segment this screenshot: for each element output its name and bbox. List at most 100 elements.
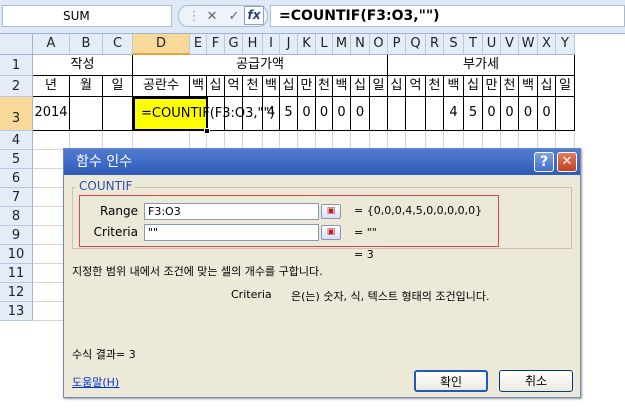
digit-cell[interactable]: 0 xyxy=(501,97,519,131)
header-cell[interactable]: 십 xyxy=(388,76,406,97)
row-header[interactable]: 7 xyxy=(0,188,33,207)
range-input[interactable]: F3:O3 xyxy=(144,203,319,220)
header-cell[interactable]: 일 xyxy=(103,76,133,97)
column-header[interactable]: I xyxy=(263,34,280,55)
header-cell[interactable]: 천 xyxy=(426,76,444,97)
column-header[interactable]: K xyxy=(298,34,316,55)
header-cell[interactable]: 만 xyxy=(298,76,316,97)
header-cell[interactable]: 백 xyxy=(190,76,207,97)
column-header[interactable]: B xyxy=(70,34,103,55)
header-cell[interactable]: 천 xyxy=(501,76,519,97)
criteria-collapse-icon[interactable]: ▣ xyxy=(321,225,341,240)
column-header[interactable]: E xyxy=(190,34,207,55)
header-cell[interactable]: 억 xyxy=(406,76,426,97)
digit-cell[interactable] xyxy=(406,97,426,131)
header-cell[interactable]: 십 xyxy=(464,76,483,97)
ok-button[interactable]: 확인 xyxy=(414,370,488,392)
insert-function-icon[interactable]: fx xyxy=(244,6,264,25)
column-header[interactable]: G xyxy=(225,34,243,55)
name-box[interactable]: SUM xyxy=(2,5,172,27)
digit-cell[interactable]: 0 xyxy=(298,97,316,131)
column-header[interactable]: O xyxy=(370,34,388,55)
digit-cell[interactable]: 0 xyxy=(351,97,370,131)
row-header[interactable]: 4 xyxy=(0,131,33,150)
column-header[interactable]: S xyxy=(444,34,464,55)
column-header[interactable]: U xyxy=(483,34,501,55)
grid-cell[interactable] xyxy=(103,97,133,131)
column-header[interactable]: M xyxy=(333,34,351,55)
column-header[interactable]: A xyxy=(33,34,70,55)
row-header[interactable]: 8 xyxy=(0,207,33,226)
select-all-corner[interactable] xyxy=(0,34,33,55)
digit-cell[interactable]: 0 xyxy=(483,97,501,131)
digit-cell[interactable]: 0 xyxy=(519,97,538,131)
column-header[interactable]: H xyxy=(243,34,263,55)
digit-cell[interactable]: 5 xyxy=(280,97,298,131)
header-cell[interactable]: 월 xyxy=(70,76,103,97)
grid-cell[interactable] xyxy=(70,97,103,131)
row-header[interactable]: 2 xyxy=(0,76,33,97)
header-cell[interactable]: 억 xyxy=(225,76,243,97)
help-button[interactable]: ? xyxy=(534,152,554,172)
header-cell[interactable]: 천 xyxy=(243,76,263,97)
column-header[interactable]: C xyxy=(103,34,133,55)
header-written[interactable]: 작성 xyxy=(33,55,133,76)
digit-cell[interactable] xyxy=(426,97,444,131)
row-header[interactable]: 6 xyxy=(0,169,33,188)
header-cell[interactable]: 공란수 xyxy=(133,76,190,97)
header-cell[interactable]: 십 xyxy=(280,76,298,97)
row-header[interactable]: 13 xyxy=(0,302,33,321)
header-supply-value[interactable]: 공급가액 xyxy=(133,55,388,76)
close-button[interactable]: ✕ xyxy=(557,152,577,172)
digit-cell[interactable]: 0 xyxy=(333,97,351,131)
active-formula-cell[interactable]: =COUNTIF(F3:O3,"") xyxy=(133,97,275,131)
column-header[interactable]: V xyxy=(501,34,519,55)
header-cell[interactable]: 일 xyxy=(556,76,575,97)
column-header[interactable]: F xyxy=(207,34,225,55)
row-header[interactable]: 10 xyxy=(0,245,33,264)
range-collapse-icon[interactable]: ▣ xyxy=(321,204,341,219)
header-cell[interactable]: 십 xyxy=(351,76,370,97)
header-cell[interactable]: 일 xyxy=(370,76,388,97)
column-header[interactable]: D xyxy=(133,34,190,55)
digit-cell[interactable]: 0 xyxy=(316,97,333,131)
help-link[interactable]: 도움말(H) xyxy=(72,374,119,390)
row-header[interactable]: 3 xyxy=(0,97,33,131)
header-cell[interactable]: 천 xyxy=(316,76,333,97)
row-header[interactable]: 12 xyxy=(0,283,33,302)
fill-handle[interactable] xyxy=(204,128,210,134)
column-header[interactable]: W xyxy=(519,34,538,55)
year-cell[interactable]: 2014 xyxy=(33,97,70,131)
column-header[interactable]: R xyxy=(426,34,444,55)
column-header[interactable]: P xyxy=(388,34,406,55)
digit-cell[interactable]: 4 xyxy=(444,97,464,131)
enter-icon[interactable]: ✓ xyxy=(225,8,243,26)
column-header[interactable]: Q xyxy=(406,34,426,55)
header-cell[interactable]: 백 xyxy=(263,76,280,97)
column-header[interactable]: L xyxy=(316,34,333,55)
digit-cell[interactable] xyxy=(556,97,575,131)
criteria-input[interactable]: "" xyxy=(144,224,319,241)
column-header[interactable]: N xyxy=(351,34,370,55)
header-cell[interactable]: 십 xyxy=(538,76,556,97)
column-header[interactable]: X xyxy=(538,34,556,55)
header-cell[interactable]: 백 xyxy=(444,76,464,97)
formula-input[interactable]: =COUNTIF(F3:O3,"") xyxy=(270,5,625,27)
cancel-icon[interactable]: ✕ xyxy=(203,8,221,26)
row-header[interactable]: 5 xyxy=(0,150,33,169)
column-header[interactable]: J xyxy=(280,34,298,55)
header-vat[interactable]: 부가세 xyxy=(388,55,575,76)
digit-cell[interactable]: 5 xyxy=(464,97,483,131)
digit-cell[interactable]: 0 xyxy=(538,97,556,131)
row-header[interactable]: 9 xyxy=(0,226,33,245)
row-header[interactable]: 11 xyxy=(0,264,33,283)
column-header[interactable]: T xyxy=(464,34,483,55)
digit-cell[interactable] xyxy=(370,97,388,131)
header-cell[interactable]: 백 xyxy=(333,76,351,97)
cancel-button[interactable]: 취소 xyxy=(499,370,573,392)
header-cell[interactable]: 십 xyxy=(207,76,225,97)
header-cell[interactable]: 만 xyxy=(483,76,501,97)
digit-cell[interactable] xyxy=(388,97,406,131)
header-cell[interactable]: 년 xyxy=(33,76,70,97)
row-header[interactable]: 1 xyxy=(0,55,33,76)
